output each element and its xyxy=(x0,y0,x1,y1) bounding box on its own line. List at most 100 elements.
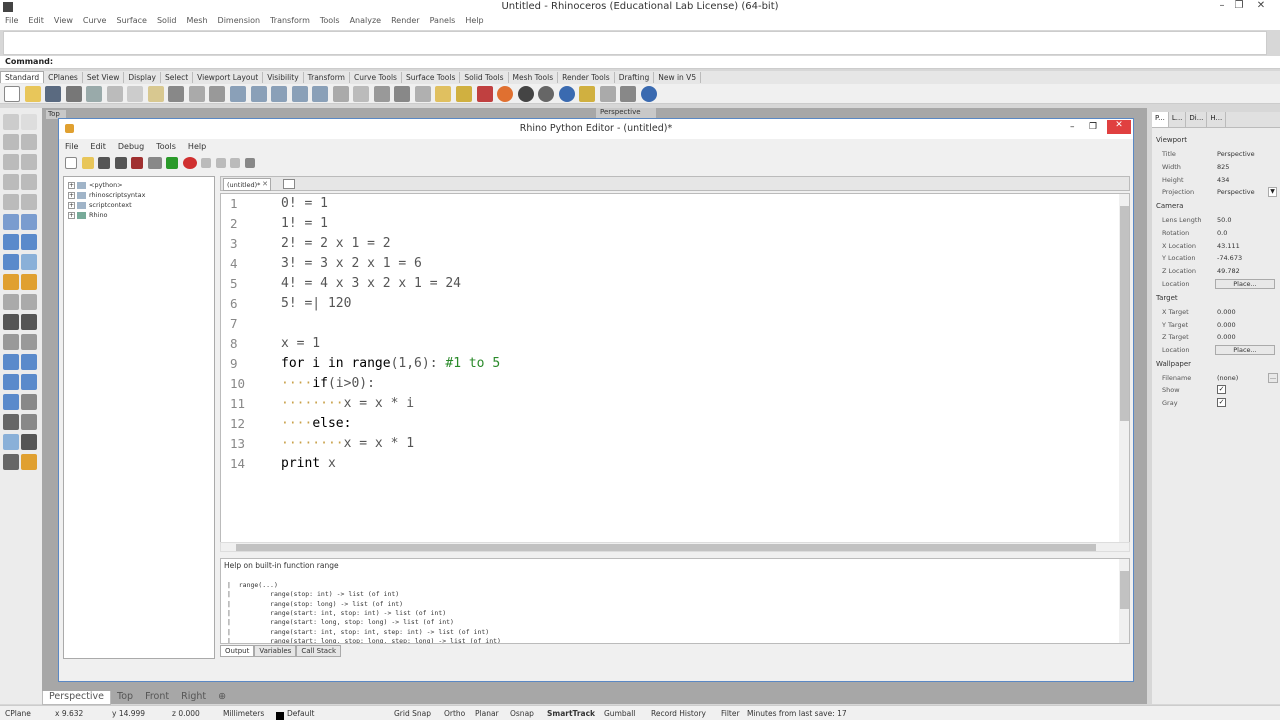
run-icon[interactable] xyxy=(166,157,179,169)
scroll-thumb[interactable] xyxy=(1120,206,1129,421)
line-icon[interactable] xyxy=(3,134,19,150)
save-all-icon[interactable] xyxy=(114,157,127,169)
light-icon[interactable] xyxy=(435,86,452,102)
editor-menu-debug[interactable]: Debug xyxy=(112,141,150,152)
tab-solid-tools[interactable]: Solid Tools xyxy=(460,72,509,83)
title-field[interactable]: Perspective xyxy=(1215,149,1276,160)
fillet-icon[interactable] xyxy=(3,294,19,310)
tab-set-view[interactable]: Set View xyxy=(83,72,125,83)
array-icon[interactable] xyxy=(3,414,19,430)
render-sphere-icon[interactable] xyxy=(517,86,534,102)
viewport-layout-icon[interactable] xyxy=(332,86,349,102)
code-line[interactable]: 3! = 3 x 2 x 1 = 6 xyxy=(281,256,422,271)
editor-menu-file[interactable]: File xyxy=(59,141,84,152)
text-icon[interactable] xyxy=(3,354,19,370)
open-file-icon[interactable] xyxy=(24,86,41,102)
dimension-icon[interactable] xyxy=(3,374,19,390)
options-icon[interactable] xyxy=(579,86,596,102)
minimize-button[interactable]: – xyxy=(1214,0,1230,11)
close-button[interactable]: ✕ xyxy=(1253,0,1269,11)
zoom-icon[interactable] xyxy=(230,86,247,102)
tree-item-scriptcontext[interactable]: + scriptcontext xyxy=(68,200,210,210)
code-line[interactable]: ········x = x * 1 xyxy=(281,436,414,451)
z-location-field[interactable]: 49.782 xyxy=(1215,266,1276,277)
code-vertical-scrollbar[interactable] xyxy=(1119,194,1129,543)
cylinder-icon[interactable] xyxy=(21,254,37,270)
shaded-icon[interactable] xyxy=(538,86,555,102)
code-line[interactable]: 0! = 1 xyxy=(281,196,328,211)
split-icon[interactable] xyxy=(21,334,37,350)
material-icon[interactable] xyxy=(476,86,493,102)
tab-untitled[interactable]: (untitled)* ✕ xyxy=(223,178,271,191)
select-arrow-icon[interactable] xyxy=(3,114,19,130)
extrude-icon[interactable] xyxy=(21,274,37,290)
maximize-button[interactable]: ❐ xyxy=(1231,0,1247,11)
paint-icon[interactable] xyxy=(21,454,37,470)
tab-cplanes[interactable]: CPlanes xyxy=(44,72,83,83)
pan-icon[interactable] xyxy=(188,86,205,102)
tab-display[interactable]: Display xyxy=(124,72,161,83)
snap-icon[interactable] xyxy=(394,86,411,102)
debug-icon[interactable] xyxy=(182,157,197,169)
trim-icon[interactable] xyxy=(3,334,19,350)
code-line[interactable]: ····else: xyxy=(281,416,351,431)
filename-field[interactable]: (none) xyxy=(1215,373,1265,384)
points-icon[interactable] xyxy=(373,86,390,102)
menu-transform[interactable]: Transform xyxy=(265,14,315,25)
editor-menu-tools[interactable]: Tools xyxy=(150,141,182,152)
output-scrollbar[interactable] xyxy=(1119,559,1129,643)
code-line[interactable]: 1! = 1 xyxy=(281,216,328,231)
menu-edit[interactable]: Edit xyxy=(23,14,49,25)
menu-panels[interactable]: Panels xyxy=(425,14,461,25)
code-horizontal-scrollbar[interactable] xyxy=(220,542,1130,552)
curve-icon[interactable] xyxy=(3,174,19,190)
close-tab-icon[interactable]: ✕ xyxy=(262,180,268,188)
settings-gear-icon[interactable] xyxy=(599,86,616,102)
expand-icon[interactable]: + xyxy=(68,211,75,219)
open-script-icon[interactable] xyxy=(81,157,94,169)
step-into-icon[interactable] xyxy=(201,158,212,168)
loft-icon[interactable] xyxy=(21,214,37,230)
tab-drafting[interactable]: Drafting xyxy=(615,72,655,83)
code-line[interactable]: ········x = x * i xyxy=(281,396,414,411)
browse-button[interactable]: … xyxy=(1268,373,1278,383)
tab-front[interactable]: Front xyxy=(139,691,175,705)
y-location-field[interactable]: -74.673 xyxy=(1215,253,1276,264)
menu-analyze[interactable]: Analyze xyxy=(345,14,387,25)
rectangle-icon[interactable] xyxy=(21,174,37,190)
color-wheel-icon[interactable] xyxy=(497,86,514,102)
point-icon[interactable] xyxy=(21,114,37,130)
expand-icon[interactable]: + xyxy=(68,191,75,199)
target-place-button[interactable]: Place... xyxy=(1215,345,1275,355)
analyze-icon[interactable] xyxy=(3,434,19,450)
tab-new-in-v5[interactable]: New in V5 xyxy=(654,72,702,83)
menu-view[interactable]: View xyxy=(49,14,78,25)
tab-properties[interactable]: P... xyxy=(1152,112,1169,127)
polyline-icon[interactable] xyxy=(21,134,37,150)
chevron-down-icon[interactable]: ▼ xyxy=(1268,187,1277,197)
box-icon[interactable] xyxy=(3,234,19,250)
menu-dimension[interactable]: Dimension xyxy=(213,14,266,25)
code-line[interactable]: 2! = 2 x 1 = 2 xyxy=(281,236,391,251)
tab-display[interactable]: Di... xyxy=(1186,112,1208,127)
menu-file[interactable]: File xyxy=(0,14,23,25)
save-script-icon[interactable] xyxy=(98,157,111,169)
menu-mesh[interactable]: Mesh xyxy=(181,14,212,25)
smarttrack-toggle[interactable]: SmartTrack xyxy=(547,709,595,718)
tab-right[interactable]: Right xyxy=(175,691,212,705)
mesh-icon[interactable] xyxy=(3,254,19,270)
editor-close-button[interactable]: ✕ xyxy=(1107,120,1131,134)
tab-standard[interactable]: Standard xyxy=(0,71,45,83)
tree-item-rhino[interactable]: + Rhino xyxy=(68,210,210,220)
render-icon[interactable] xyxy=(558,86,575,102)
code-line[interactable]: for i in range(1,6): #1 to 5 xyxy=(281,356,500,371)
projection-select[interactable]: Perspective xyxy=(1215,187,1276,198)
editor-maximize-button[interactable]: ❐ xyxy=(1089,122,1097,132)
expand-icon[interactable]: + xyxy=(68,201,75,209)
render-tool-icon[interactable] xyxy=(3,454,19,470)
arc-icon[interactable] xyxy=(21,154,37,170)
tab-curve-tools[interactable]: Curve Tools xyxy=(350,72,402,83)
find-icon[interactable] xyxy=(147,157,162,169)
menu-surface[interactable]: Surface xyxy=(111,14,151,25)
copy-tool-icon[interactable] xyxy=(21,374,37,390)
